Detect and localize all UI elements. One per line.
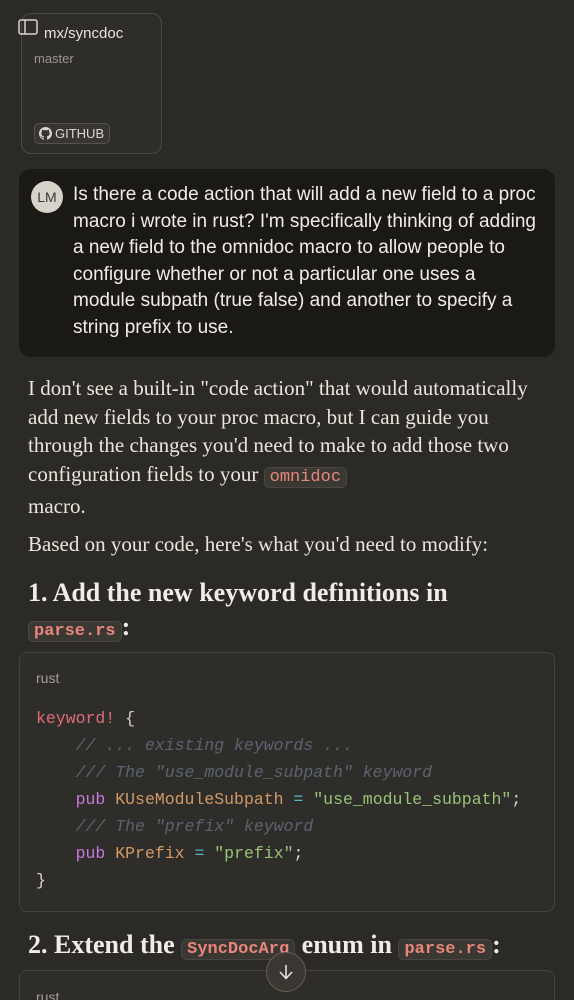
chat-page: mx/syncdoc master GITHUB LM Is there a c… xyxy=(0,0,574,1000)
inline-code-parse-rs-2: parse.rs xyxy=(398,939,493,960)
code-block-keywords[interactable]: rust keyword! { // ... existing keywords… xyxy=(19,652,555,912)
arrow-down-icon xyxy=(279,965,293,980)
response-paragraph-1: I don't see a built-in "code action" tha… xyxy=(28,376,528,518)
user-message: LM Is there a code action that will add … xyxy=(19,169,555,357)
sidebar-toggle-button[interactable] xyxy=(14,14,42,40)
scroll-to-bottom-button[interactable] xyxy=(266,952,306,992)
code-language-label-2: rust xyxy=(36,989,60,1000)
repo-branch: master xyxy=(34,51,74,66)
inline-code-omnidoc: omnidoc xyxy=(263,466,348,488)
code-line-kusemodule: pub KUseModuleSubpath = "use_module_subp… xyxy=(75,790,522,809)
code-content: keyword! { // ... existing keywords ... … xyxy=(36,709,522,890)
avatar: LM xyxy=(31,181,63,213)
code-line-kprefix: pub KPrefix = "prefix"; xyxy=(75,844,304,863)
github-badge: GITHUB xyxy=(34,123,111,144)
response-paragraph-2: Based on your code, here's what you'd ne… xyxy=(28,532,489,556)
user-message-text: Is there a code action that will add a n… xyxy=(73,184,536,338)
github-badge-label: GITHUB xyxy=(55,126,105,141)
heading-step-1: 1. Add the new keyword definitions in pa… xyxy=(28,578,448,642)
github-icon xyxy=(39,127,52,140)
sidebar-toggle-icon xyxy=(18,19,38,35)
repo-attachment-card[interactable]: mx/syncdoc master GITHUB xyxy=(21,13,162,154)
code-language-label: rust xyxy=(36,670,60,686)
inline-code-parse-rs: parse.rs xyxy=(28,621,122,642)
repo-name: mx/syncdoc xyxy=(44,25,124,42)
